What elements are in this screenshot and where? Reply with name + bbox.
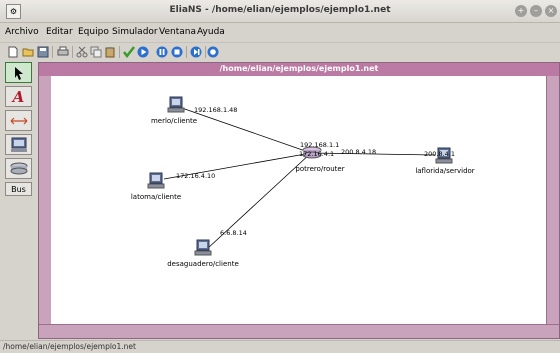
pointer-icon xyxy=(14,66,23,80)
router-tool-button[interactable] xyxy=(5,158,32,179)
node-label-potrero: potrero/router xyxy=(295,165,345,173)
window-titlebar: ⚙ EliaNS - /home/elian/ejemplos/ejemplo1… xyxy=(0,0,560,23)
toolbar-separator xyxy=(186,46,187,58)
ip-label: 172.16.4.1 xyxy=(299,150,335,158)
vertical-scrollbar[interactable] xyxy=(546,76,559,325)
menu-ayuda[interactable]: Ayuda xyxy=(197,27,225,37)
ip-label: 200.8.4.1 xyxy=(424,150,456,158)
menubar: Archivo Editar Equipo Simulador Ventana … xyxy=(0,22,560,42)
menu-equipo[interactable]: Equipo xyxy=(78,27,109,37)
ip-label: 192.168.1.48 xyxy=(194,106,238,114)
close-icon[interactable]: × xyxy=(545,5,557,17)
links-layer xyxy=(163,106,436,250)
computer-tool-button[interactable] xyxy=(5,134,32,155)
toolbar-separator xyxy=(72,46,73,58)
stop-icon[interactable] xyxy=(171,46,183,58)
router-icon xyxy=(10,162,27,174)
link-arrow-icon xyxy=(10,117,27,124)
open-folder-icon[interactable] xyxy=(22,46,34,58)
menu-editar[interactable]: Editar xyxy=(46,27,73,37)
select-tool-button[interactable] xyxy=(5,62,32,83)
save-icon[interactable] xyxy=(37,46,49,58)
left-border xyxy=(39,76,51,325)
toolbar-separator xyxy=(119,46,120,58)
network-document-window: /home/elian/ejemplos/ejemplo1.net merlo/… xyxy=(38,62,560,339)
play-icon[interactable] xyxy=(137,46,149,58)
node-label-laflorida: laflorida/servidor xyxy=(415,167,475,175)
bus-label: Bus xyxy=(11,184,26,194)
computer-icon xyxy=(10,137,27,152)
menu-ventana[interactable]: Ventana xyxy=(159,27,196,37)
check-icon[interactable] xyxy=(123,46,135,58)
computer-icon[interactable] xyxy=(167,96,185,114)
tool-palette: A Bus xyxy=(5,62,32,340)
toolbar xyxy=(0,42,560,61)
document-titlebar: /home/elian/ejemplos/ejemplo1.net xyxy=(39,63,559,76)
bus-tool-button[interactable]: Bus xyxy=(5,182,32,196)
ip-label: 200.8.4.18 xyxy=(341,148,377,156)
computer-icon[interactable] xyxy=(194,239,212,257)
record-icon[interactable] xyxy=(207,46,219,58)
paste-icon[interactable] xyxy=(104,46,116,58)
menu-archivo[interactable]: Archivo xyxy=(5,27,39,37)
ip-label: 6.6.8.14 xyxy=(220,229,247,237)
menu-simulador[interactable]: Simulador xyxy=(112,27,158,37)
step-icon[interactable] xyxy=(190,46,202,58)
pause-icon[interactable] xyxy=(156,46,168,58)
toolbar-separator xyxy=(205,46,206,58)
ip-label: 192.168.1.1 xyxy=(300,141,340,149)
print-icon[interactable] xyxy=(57,46,69,58)
toolbar-separator xyxy=(52,46,53,58)
minimize-icon[interactable]: + xyxy=(515,5,527,17)
node-label-latoma: latoma/cliente xyxy=(130,193,182,201)
network-canvas[interactable]: merlo/cliente latoma/cliente desaguadero… xyxy=(52,76,546,325)
node-label-desaguadero: desaguadero/cliente xyxy=(167,260,239,268)
ip-label: 172.16.4.10 xyxy=(176,172,216,180)
copy-icon[interactable] xyxy=(90,46,102,58)
computer-icon[interactable] xyxy=(147,172,165,190)
horizontal-scrollbar[interactable] xyxy=(39,324,559,338)
text-tool-button[interactable]: A xyxy=(5,86,32,107)
window-title: EliaNS - /home/elian/ejemplos/ejemplo1.n… xyxy=(169,5,391,15)
link-tool-button[interactable] xyxy=(5,110,32,131)
maximize-icon[interactable]: – xyxy=(530,5,542,17)
cut-icon[interactable] xyxy=(76,46,88,58)
text-a-icon: A xyxy=(12,87,25,106)
status-path: /home/elian/ejemplos/ejemplo1.net xyxy=(3,342,136,351)
document-title: /home/elian/ejemplos/ejemplo1.net xyxy=(219,64,379,73)
node-label-merlo: merlo/cliente xyxy=(150,117,198,125)
new-file-icon[interactable] xyxy=(7,46,19,58)
status-bar: /home/elian/ejemplos/ejemplo1.net xyxy=(0,340,560,353)
